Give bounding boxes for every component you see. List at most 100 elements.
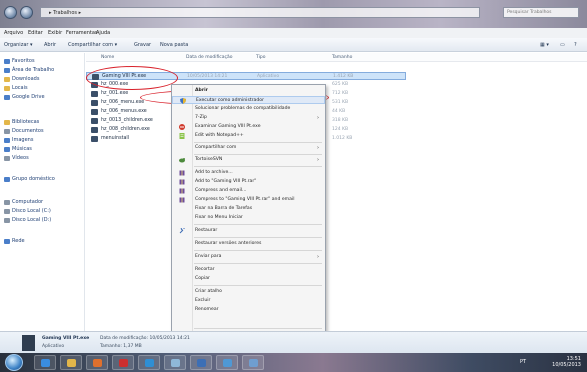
menu-item-run-as-admin[interactable]: Executar como administrador bbox=[172, 96, 325, 104]
wrench-icon bbox=[179, 228, 185, 234]
exe-file-icon bbox=[91, 127, 98, 133]
nav-drive-c[interactable]: Disco Local (C:) bbox=[12, 208, 51, 214]
menu-item-add-rar[interactable]: Add to "Gaming VIII Pt.rar" bbox=[172, 178, 325, 186]
file-size: 44 KB bbox=[332, 109, 346, 114]
nav-recent[interactable]: Locais bbox=[12, 85, 28, 91]
clock[interactable]: 13:51 10/05/2013 bbox=[552, 356, 581, 368]
menu-item-label: Abrir bbox=[195, 88, 208, 93]
menu-item-tortoisesvn[interactable]: TortoiseSVN › bbox=[172, 156, 325, 164]
menu-item-label: Restaurar versões anteriores bbox=[195, 241, 262, 246]
menu-item-previous-versions[interactable]: Restaurar versões anteriores bbox=[172, 240, 325, 248]
menu-item-create-shortcut[interactable]: Criar atalho bbox=[172, 288, 325, 296]
column-name[interactable]: Nome bbox=[101, 55, 114, 60]
column-size[interactable]: Tamanho bbox=[332, 55, 352, 60]
menu-item-label: Recortar bbox=[195, 267, 215, 272]
pictures-icon bbox=[4, 138, 10, 143]
menu-item-label: Compress to "Gaming VIII Pt.rar" and ema… bbox=[195, 197, 295, 202]
menu-item-label: Add to archive... bbox=[195, 170, 233, 175]
organize-button[interactable]: Organizar ▾ bbox=[4, 42, 33, 48]
address-path: ▸ Trabalhos ▸ bbox=[49, 10, 82, 16]
forward-button[interactable] bbox=[20, 6, 33, 19]
menu-item-compress-email[interactable]: Compress and email... bbox=[172, 187, 325, 195]
menu-help[interactable]: Ajuda bbox=[96, 30, 110, 36]
open-button[interactable]: Abrir bbox=[44, 42, 56, 48]
menu-item-notepadpp[interactable]: Edit with Notepad++ bbox=[172, 132, 325, 140]
menu-item-label: 7-Zip bbox=[195, 115, 207, 120]
menu-item-troubleshoot[interactable]: Solucionar problemas de compatibilidade bbox=[172, 105, 325, 113]
nav-downloads[interactable]: Downloads bbox=[12, 76, 39, 82]
menu-item-scan[interactable]: Examinar Gaming VIII Pt.exe bbox=[172, 123, 325, 131]
file-name: hz_0013_children.exe bbox=[101, 118, 153, 123]
menu-item-cut[interactable]: Recortar bbox=[172, 266, 325, 274]
archive-icon bbox=[179, 179, 185, 185]
menu-view[interactable]: Exibir bbox=[48, 30, 62, 36]
nav-google-drive[interactable]: Google Drive bbox=[12, 94, 45, 100]
burn-button[interactable]: Gravar bbox=[134, 42, 151, 48]
taskbar-explorer[interactable] bbox=[60, 355, 82, 370]
libraries-icon bbox=[4, 120, 10, 125]
menu-item-share-with[interactable]: Compartilhar com › bbox=[172, 144, 325, 152]
nav-pictures[interactable]: Imagens bbox=[12, 137, 33, 143]
taskbar-media[interactable] bbox=[86, 355, 108, 370]
menu-item-compress-rar-email[interactable]: Compress to "Gaming VIII Pt.rar" and ema… bbox=[172, 196, 325, 204]
taskbar-app4[interactable] bbox=[190, 355, 212, 370]
app-icon bbox=[197, 359, 206, 367]
command-toolbar: Organizar ▾ Abrir Compartilhar com ▾ Gra… bbox=[0, 38, 587, 52]
recent-places-icon bbox=[4, 86, 10, 91]
new-folder-button[interactable]: Nova pasta bbox=[160, 42, 188, 48]
menu-item-pin-start[interactable]: Fixar no Menu Iniciar bbox=[172, 214, 325, 222]
preview-pane-icon[interactable]: ▭ bbox=[560, 42, 565, 48]
share-button[interactable]: Compartilhar com ▾ bbox=[68, 42, 117, 48]
nav-homegroup[interactable]: Grupo doméstico bbox=[12, 176, 55, 182]
menu-item-restore[interactable]: Restaurar bbox=[172, 227, 325, 235]
menu-file[interactable]: Arquivo bbox=[4, 30, 23, 36]
help-icon[interactable]: ? bbox=[574, 42, 577, 48]
nav-music[interactable]: Músicas bbox=[12, 146, 32, 152]
nav-documents[interactable]: Documentos bbox=[12, 128, 44, 134]
menu-tools[interactable]: Ferramentas bbox=[66, 30, 98, 36]
details-size: Tamanho: 1,37 MB bbox=[100, 344, 142, 349]
nav-desktop[interactable]: Área de Trabalho bbox=[12, 67, 54, 73]
nav-favorites[interactable]: Favoritos bbox=[12, 58, 35, 64]
taskbar-ie[interactable] bbox=[34, 355, 56, 370]
taskbar-app5[interactable] bbox=[216, 355, 238, 370]
menu-item-add-archive[interactable]: Add to archive... bbox=[172, 169, 325, 177]
menu-item-open[interactable]: Abrir bbox=[172, 87, 325, 95]
navigation-pane: Favoritos Área de Trabalho Downloads Loc… bbox=[0, 53, 85, 331]
app-icon bbox=[171, 359, 180, 367]
menu-item-label: Criar atalho bbox=[195, 289, 222, 294]
menu-item-copy[interactable]: Copiar bbox=[172, 275, 325, 283]
menu-item-delete[interactable]: Excluir bbox=[172, 297, 325, 305]
taskbar-app2[interactable] bbox=[138, 355, 160, 370]
back-button[interactable] bbox=[4, 6, 17, 19]
exe-file-icon bbox=[91, 109, 98, 115]
menu-edit[interactable]: Editar bbox=[28, 30, 43, 36]
search-input[interactable]: Pesquisar Trabalhos bbox=[503, 7, 579, 18]
menu-item-7zip[interactable]: 7-Zip › bbox=[172, 114, 325, 122]
view-options-icon[interactable]: ▦ ▾ bbox=[540, 42, 549, 48]
nav-network[interactable]: Rede bbox=[12, 238, 25, 244]
menu-item-label: TortoiseSVN bbox=[195, 157, 223, 162]
nav-computer[interactable]: Computador bbox=[12, 199, 43, 205]
nav-libraries[interactable]: Bibliotecas bbox=[12, 119, 39, 125]
column-type[interactable]: Tipo bbox=[256, 55, 265, 60]
menu-item-pin-taskbar[interactable]: Fixar na Barra de Tarefas bbox=[172, 205, 325, 213]
menu-item-send-to[interactable]: Enviar para › bbox=[172, 253, 325, 261]
address-bar[interactable]: ▸ Trabalhos ▸ bbox=[40, 7, 480, 18]
menu-item-rename[interactable]: Renomear bbox=[172, 306, 325, 314]
nav-drive-d[interactable]: Disco Local (D:) bbox=[12, 217, 51, 223]
taskbar-app1[interactable] bbox=[112, 355, 134, 370]
menu-item-label: Examinar Gaming VIII Pt.exe bbox=[195, 124, 261, 129]
start-button[interactable] bbox=[5, 354, 23, 371]
menu-item-label: Add to "Gaming VIII Pt.rar" bbox=[195, 179, 257, 184]
details-type: Aplicativo bbox=[42, 344, 65, 349]
network-icon bbox=[4, 239, 10, 244]
column-date[interactable]: Data de modificação bbox=[186, 55, 233, 60]
nav-videos[interactable]: Vídeos bbox=[12, 155, 29, 161]
window-titlebar: ▸ Trabalhos ▸ Pesquisar Trabalhos bbox=[0, 0, 587, 28]
taskbar-app6[interactable] bbox=[242, 355, 264, 370]
installer-file-icon bbox=[91, 136, 98, 142]
language-indicator[interactable]: PT bbox=[520, 359, 526, 365]
taskbar-app3[interactable] bbox=[164, 355, 186, 370]
submenu-arrow-icon: › bbox=[317, 157, 319, 163]
